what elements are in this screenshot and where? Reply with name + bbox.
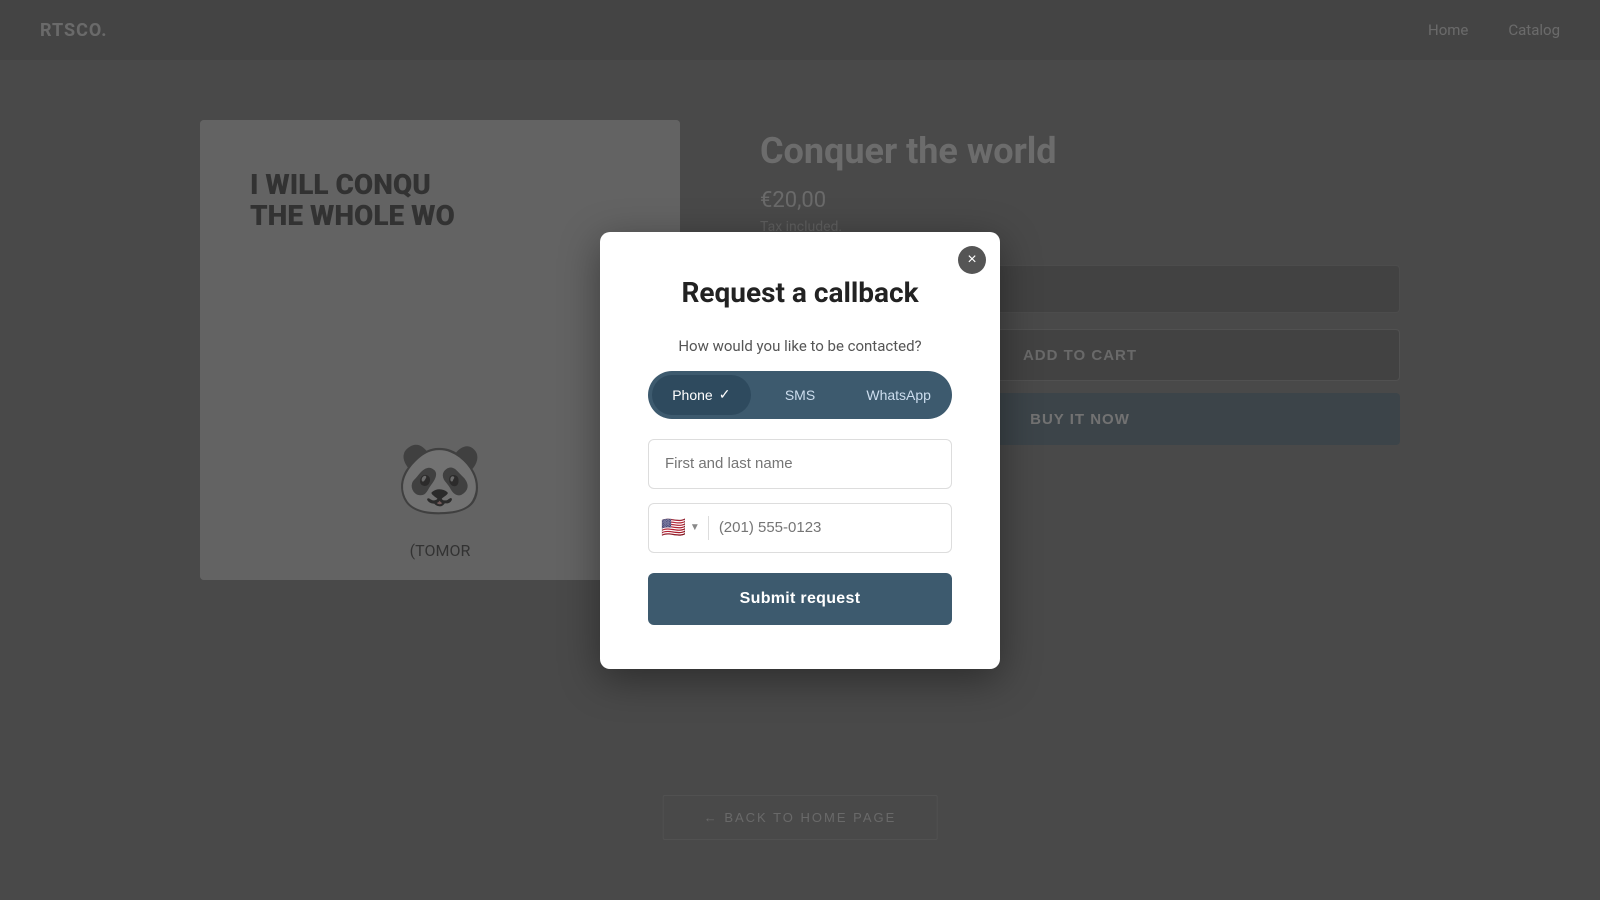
phone-tab-check: ✓ [719,386,731,403]
dropdown-arrow-icon: ▼ [690,522,700,533]
phone-field-wrapper: 🇺🇸 ▼ [648,503,952,553]
modal-title: Request a callback [648,276,952,309]
submit-button[interactable]: Submit request [648,573,952,625]
contact-method-tabs: Phone ✓ SMS WhatsApp [648,371,952,419]
name-input[interactable] [648,439,952,489]
modal-overlay: × Request a callback How would you like … [0,0,1600,900]
tab-phone[interactable]: Phone ✓ [652,375,751,415]
flag-selector[interactable]: 🇺🇸 ▼ [661,515,700,540]
tab-whatsapp[interactable]: WhatsApp [849,375,948,415]
tab-sms[interactable]: SMS [751,375,850,415]
modal-close-button[interactable]: × [958,246,986,274]
phone-divider [708,516,709,540]
callback-modal: × Request a callback How would you like … [600,232,1000,669]
phone-input[interactable] [719,519,939,536]
modal-question: How would you like to be contacted? [648,337,952,355]
flag-emoji: 🇺🇸 [661,515,686,540]
phone-tab-label: Phone [672,387,712,403]
